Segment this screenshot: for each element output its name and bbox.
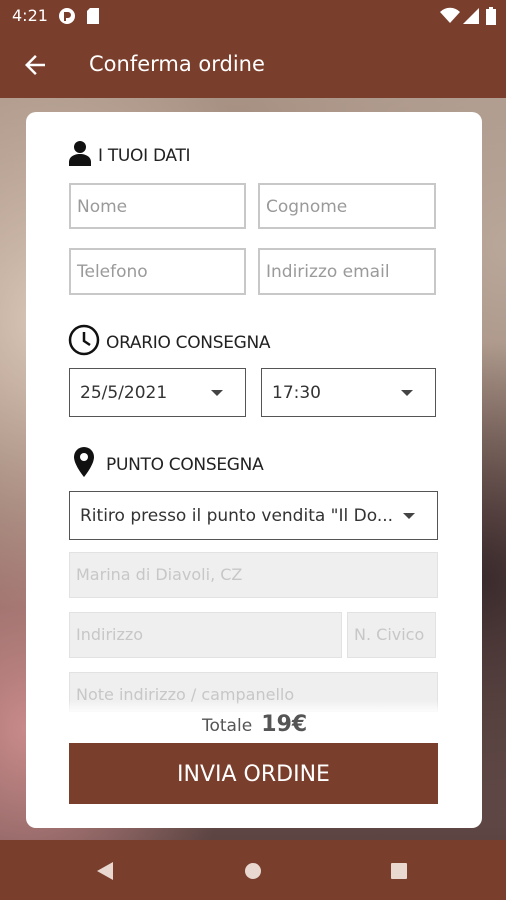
first-name-field[interactable]: Nome [69, 183, 246, 229]
section-title: ORARIO CONSEGNA [106, 332, 271, 353]
phone-field[interactable]: Telefono [69, 248, 246, 295]
house-number-field[interactable]: N. Civico [347, 612, 436, 658]
chevron-down-icon [211, 390, 223, 396]
clock-icon [68, 324, 106, 361]
delivery-point-select[interactable]: Ritiro presso il punto vendita "Il Do... [69, 491, 438, 540]
chevron-down-icon [401, 390, 413, 396]
back-arrow-icon[interactable] [20, 50, 50, 80]
status-time: 4:21 [12, 6, 48, 25]
status-bar: 4:21 [0, 0, 506, 32]
email-field[interactable]: Indirizzo email [258, 248, 436, 295]
address-field[interactable]: Indirizzo [69, 612, 342, 658]
sd-card-icon [86, 7, 100, 29]
section-delivery-time: ORARIO CONSEGNA [68, 324, 271, 361]
battery-icon [486, 7, 496, 29]
navigation-bar [0, 840, 506, 900]
section-title: I TUOI DATI [98, 145, 191, 166]
app-bar: Conferma ordine [0, 32, 506, 98]
total-label: Totale [202, 716, 253, 736]
app-notification-icon [58, 7, 76, 29]
date-select-value: 25/5/2021 [80, 383, 168, 403]
submit-order-button[interactable]: INVIA ORDINE [69, 743, 438, 804]
home-nav-icon[interactable] [244, 862, 262, 885]
section-personal-data: I TUOI DATI [68, 140, 191, 171]
delivery-point-value: Ritiro presso il punto vendita "Il Do... [80, 506, 394, 526]
chevron-down-icon [403, 513, 415, 519]
city-field: Marina di Diavoli, CZ [69, 552, 438, 598]
recents-nav-icon[interactable] [391, 863, 407, 884]
time-select[interactable]: 17:30 [261, 368, 436, 417]
date-select[interactable]: 25/5/2021 [69, 368, 246, 417]
map-pin-icon [72, 446, 102, 483]
page-title: Conferma ordine [89, 52, 265, 76]
person-icon [68, 140, 98, 171]
total-value: 19€ [261, 712, 308, 737]
wifi-icon [440, 7, 460, 29]
order-total: Totale 19€ [202, 712, 307, 737]
signal-icon [462, 7, 480, 29]
time-select-value: 17:30 [272, 383, 321, 403]
section-title: PUNTO CONSEGNA [106, 454, 264, 475]
back-nav-icon[interactable] [96, 861, 114, 886]
section-delivery-point: PUNTO CONSEGNA [72, 446, 264, 483]
last-name-field[interactable]: Cognome [258, 183, 436, 229]
